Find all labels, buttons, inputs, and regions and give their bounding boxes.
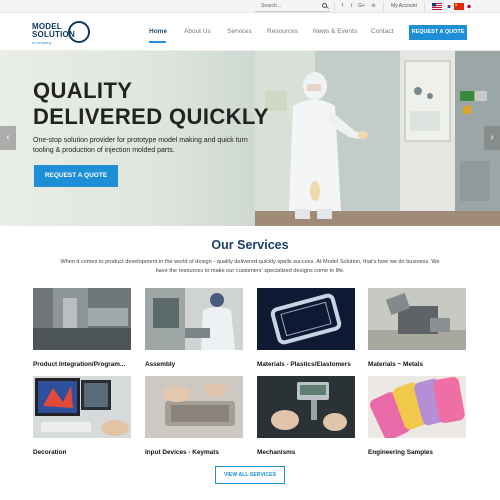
materials-plastics-image [257, 288, 355, 350]
materials-metals-image [368, 288, 466, 350]
service-card-engineering-samples[interactable]: Engineering Samples [368, 376, 466, 456]
product-integration-image [33, 288, 131, 350]
service-card-materials-plastics[interactable]: Materials - Plastics/Elastomers [257, 288, 355, 368]
nav-about-us[interactable]: About Us [184, 28, 211, 36]
japan-flag-icon[interactable] [464, 3, 474, 10]
hero-title: QUALITY DELIVERED QUICKLY [33, 78, 269, 129]
logo[interactable]: MODEL SOLUTION a company [32, 21, 92, 49]
service-label: Input Devices - Keymats [145, 449, 219, 456]
services-intro: When it comes to product development in … [60, 259, 440, 274]
slider-next-button[interactable]: › [484, 126, 500, 150]
service-card-input-devices[interactable]: Input Devices - Keymats [145, 376, 243, 456]
hero-banner: ‹ › QUALITY DELIVERED QUICKLY One-stop s… [0, 51, 500, 226]
service-label: Assembly [145, 361, 176, 368]
decoration-image [33, 376, 131, 438]
search-placeholder: Search... [261, 3, 282, 9]
search-icon[interactable] [322, 3, 327, 8]
input-devices-image [145, 376, 243, 438]
service-label: Mechanisms [257, 449, 296, 456]
utility-bar: Search... f t G+ in My Account [0, 0, 500, 13]
slider-prev-button[interactable]: ‹ [0, 126, 16, 150]
service-label: Engineering Samples [368, 449, 433, 456]
hero-request-quote-button[interactable]: REQUEST A QUOTE [34, 165, 118, 187]
search-input[interactable]: Search... [255, 1, 330, 12]
hero-subtitle: One-stop solution provider for prototype… [33, 137, 248, 154]
engineering-samples-image [368, 376, 466, 440]
service-label: Decoration [33, 449, 67, 456]
linkedin-icon[interactable]: in [369, 2, 378, 11]
nav-active-indicator [149, 41, 166, 43]
hero-lab-photo [255, 51, 500, 226]
service-card-mechanisms[interactable]: Mechanisms [257, 376, 355, 456]
china-flag-icon[interactable] [454, 3, 464, 10]
site-header: MODEL SOLUTION a company Home About Us S… [0, 13, 500, 51]
divider [383, 2, 384, 11]
google-plus-icon[interactable]: G+ [357, 2, 366, 11]
nav-services[interactable]: Services [227, 28, 252, 36]
service-label: Product Integration/Program... [33, 361, 126, 368]
divider [424, 2, 425, 11]
service-card-product-integration[interactable]: Product Integration/Program... [33, 288, 131, 368]
service-card-materials-metals[interactable]: Materials ~ Metals [368, 288, 466, 368]
facebook-icon[interactable]: f [338, 2, 347, 11]
view-all-services-button[interactable]: VIEW ALL SERVICES [215, 466, 285, 484]
service-card-decoration[interactable]: Decoration [33, 376, 131, 456]
mechanisms-image [257, 376, 355, 438]
logo-tagline: a company [32, 40, 52, 45]
twitter-icon[interactable]: t [347, 2, 356, 11]
service-card-assembly[interactable]: Assembly [145, 288, 243, 368]
divider [334, 2, 335, 11]
my-account-link[interactable]: My Account [391, 2, 417, 11]
us-flag-icon[interactable] [432, 3, 442, 10]
logo-text: MODEL SOLUTION [32, 22, 75, 39]
assembly-image [145, 288, 243, 350]
service-label: Materials ~ Metals [368, 361, 423, 368]
nav-contact[interactable]: Contact [371, 28, 393, 36]
service-label: Materials - Plastics/Elastomers [257, 361, 351, 368]
nav-resources[interactable]: Resources [267, 28, 298, 36]
korea-flag-icon[interactable] [444, 3, 454, 10]
services-heading: Our Services [211, 238, 289, 252]
nav-home[interactable]: Home [149, 28, 167, 36]
nav-news-events[interactable]: News & Events [313, 28, 357, 36]
request-quote-button[interactable]: REQUEST A QUOTE [409, 25, 467, 40]
